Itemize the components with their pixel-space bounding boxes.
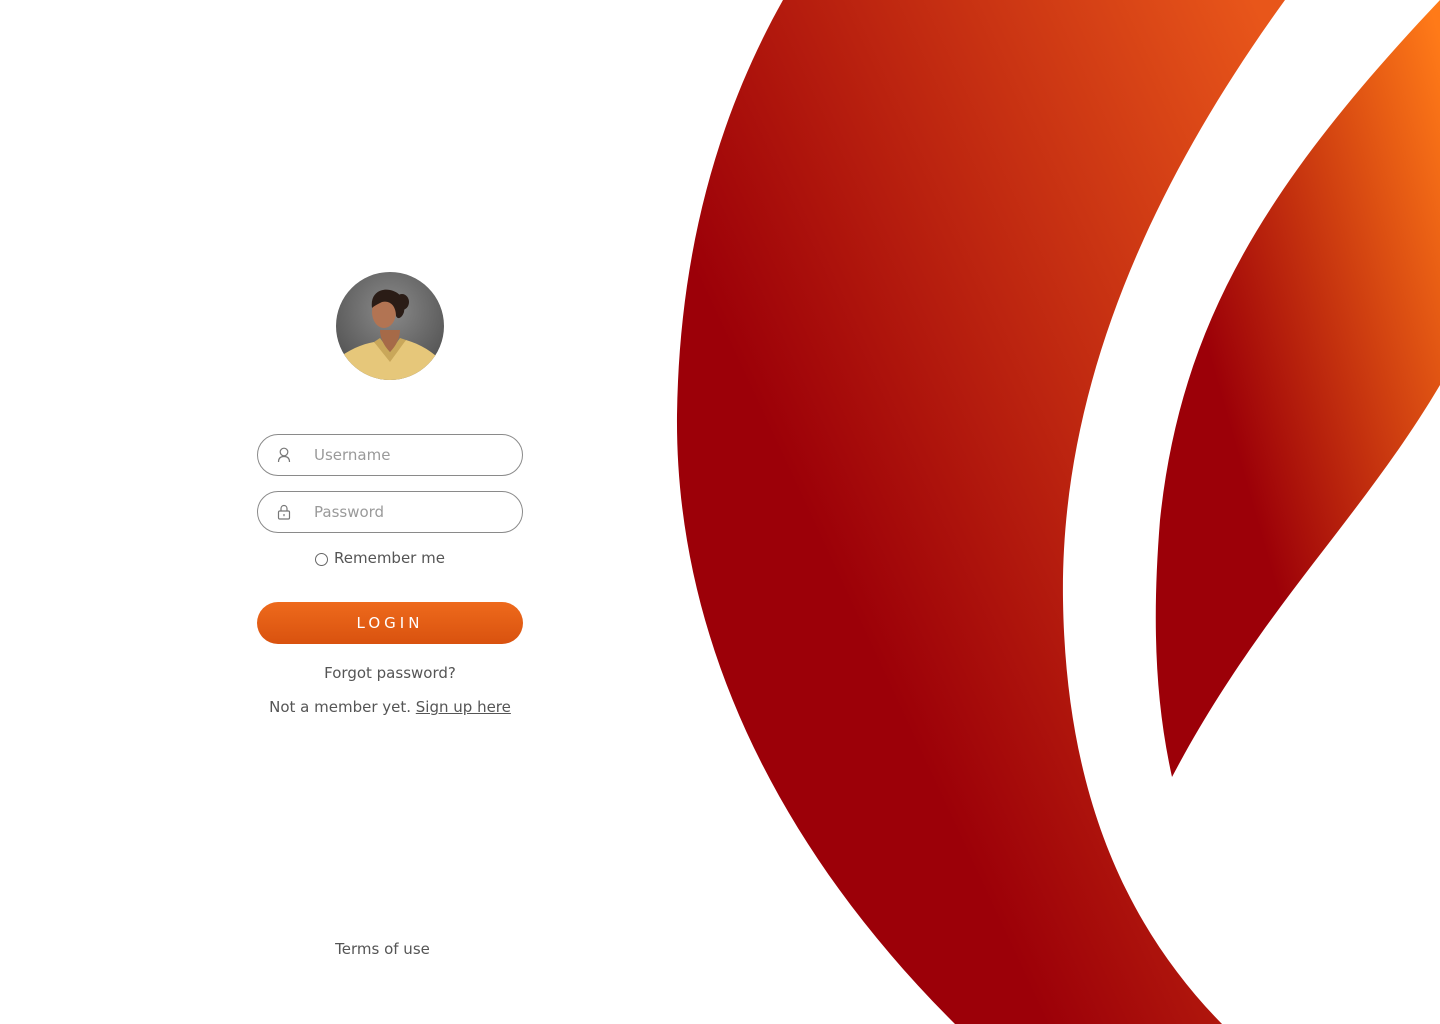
terms-of-use-link[interactable]: Terms of use [250, 940, 515, 958]
password-field[interactable] [257, 491, 523, 533]
remember-me-radio[interactable] [315, 552, 328, 566]
avatar-portrait-image [336, 272, 444, 380]
username-input[interactable] [314, 435, 510, 475]
signup-link[interactable]: Sign up here [416, 698, 511, 716]
lock-icon [277, 504, 291, 520]
remember-me-label: Remember me [334, 549, 445, 567]
login-button[interactable]: LOGIN [257, 602, 523, 644]
forgot-password-link[interactable]: Forgot password? [257, 664, 523, 682]
not-member-text: Not a member yet. [269, 698, 416, 716]
user-icon [277, 447, 291, 463]
brand-swoosh-graphic [676, 0, 1440, 1024]
avatar [336, 272, 444, 380]
username-field[interactable] [257, 434, 523, 476]
remember-me[interactable]: Remember me [315, 547, 445, 569]
password-input[interactable] [314, 492, 510, 532]
signup-prompt: Not a member yet. Sign up here [257, 698, 523, 716]
